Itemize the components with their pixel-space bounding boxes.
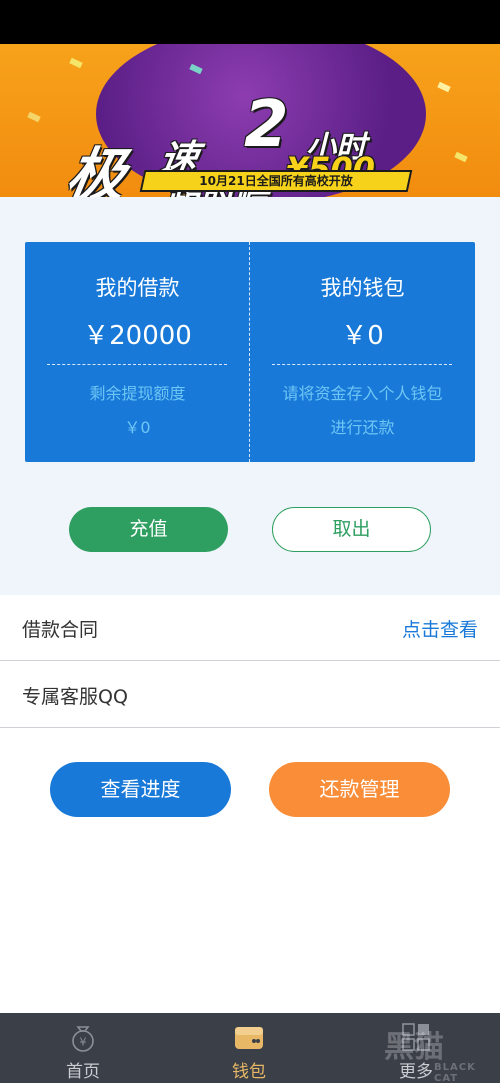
remaining-quota-value: ￥0 — [124, 418, 151, 437]
wallet-panel[interactable]: 我的钱包 ￥0 请将资金存入个人钱包 进行还款 — [250, 242, 475, 462]
repayment-management-button[interactable]: 还款管理 — [269, 762, 450, 817]
loan-amount: ￥20000 — [83, 321, 192, 351]
wallet-note-line1: 请将资金存入个人钱包 — [282, 384, 443, 403]
tab-wallet[interactable]: 钱包 — [166, 1013, 332, 1083]
confetti — [437, 81, 451, 93]
recharge-button[interactable]: 充值 — [69, 507, 228, 552]
loan-contract-row[interactable]: 借款合同 点击查看 — [0, 595, 500, 661]
wallet-note-line2: 进行还款 — [330, 418, 395, 437]
banner-number: 2 — [244, 88, 289, 162]
loan-divider — [47, 364, 227, 365]
watermark-text: 黑猫 — [384, 1030, 444, 1065]
confetti — [69, 57, 83, 69]
banner-ribbon: 10月21日全国所有高校开放 — [139, 170, 413, 192]
view-progress-button[interactable]: 查看进度 — [50, 762, 231, 817]
loan-panel[interactable]: 我的借款 ￥20000 剩余提现额度 ￥0 — [25, 242, 250, 462]
withdraw-button[interactable]: 取出 — [272, 507, 431, 552]
banner-headline-1: 极 — [61, 141, 132, 197]
remaining-quota-label: 剩余提现额度 — [89, 384, 186, 403]
banner-ribbon-text: 10月21日全国所有高校开放 — [199, 174, 353, 188]
tab-wallet-label: 钱包 — [232, 1062, 266, 1082]
view-contract-link[interactable]: 点击查看 — [402, 615, 478, 642]
customer-service-qq-label: 专属客服QQ — [22, 686, 128, 708]
loan-contract-label: 借款合同 — [22, 619, 99, 641]
money-bag-icon: ¥ — [72, 1026, 94, 1052]
loan-title: 我的借款 — [95, 276, 180, 300]
wallet-icon — [235, 1027, 263, 1049]
tab-home[interactable]: ¥ 首页 — [0, 1013, 166, 1083]
wallet-card: 我的借款 ￥20000 剩余提现额度 ￥0 我的钱包 ￥0 请将资金存入个人钱包… — [25, 242, 475, 462]
confetti — [454, 151, 468, 163]
confetti — [27, 111, 41, 123]
watermark: 黑猫 BLACK CAT — [384, 1022, 496, 1083]
watermark-small-text: BLACK CAT — [434, 1062, 476, 1083]
wallet-divider — [272, 364, 452, 365]
promo-banner[interactable]: 极 速 2 小时 超时赔 ¥500 10月21日全国所有高校开放 — [0, 44, 500, 197]
status-bar — [0, 0, 500, 44]
wallet-title: 我的钱包 — [320, 276, 405, 300]
customer-service-qq-row[interactable]: 专属客服QQ — [0, 662, 500, 728]
svg-text:¥: ¥ — [80, 1036, 87, 1049]
wallet-amount: ￥0 — [341, 321, 384, 351]
tab-home-label: 首页 — [66, 1062, 100, 1082]
